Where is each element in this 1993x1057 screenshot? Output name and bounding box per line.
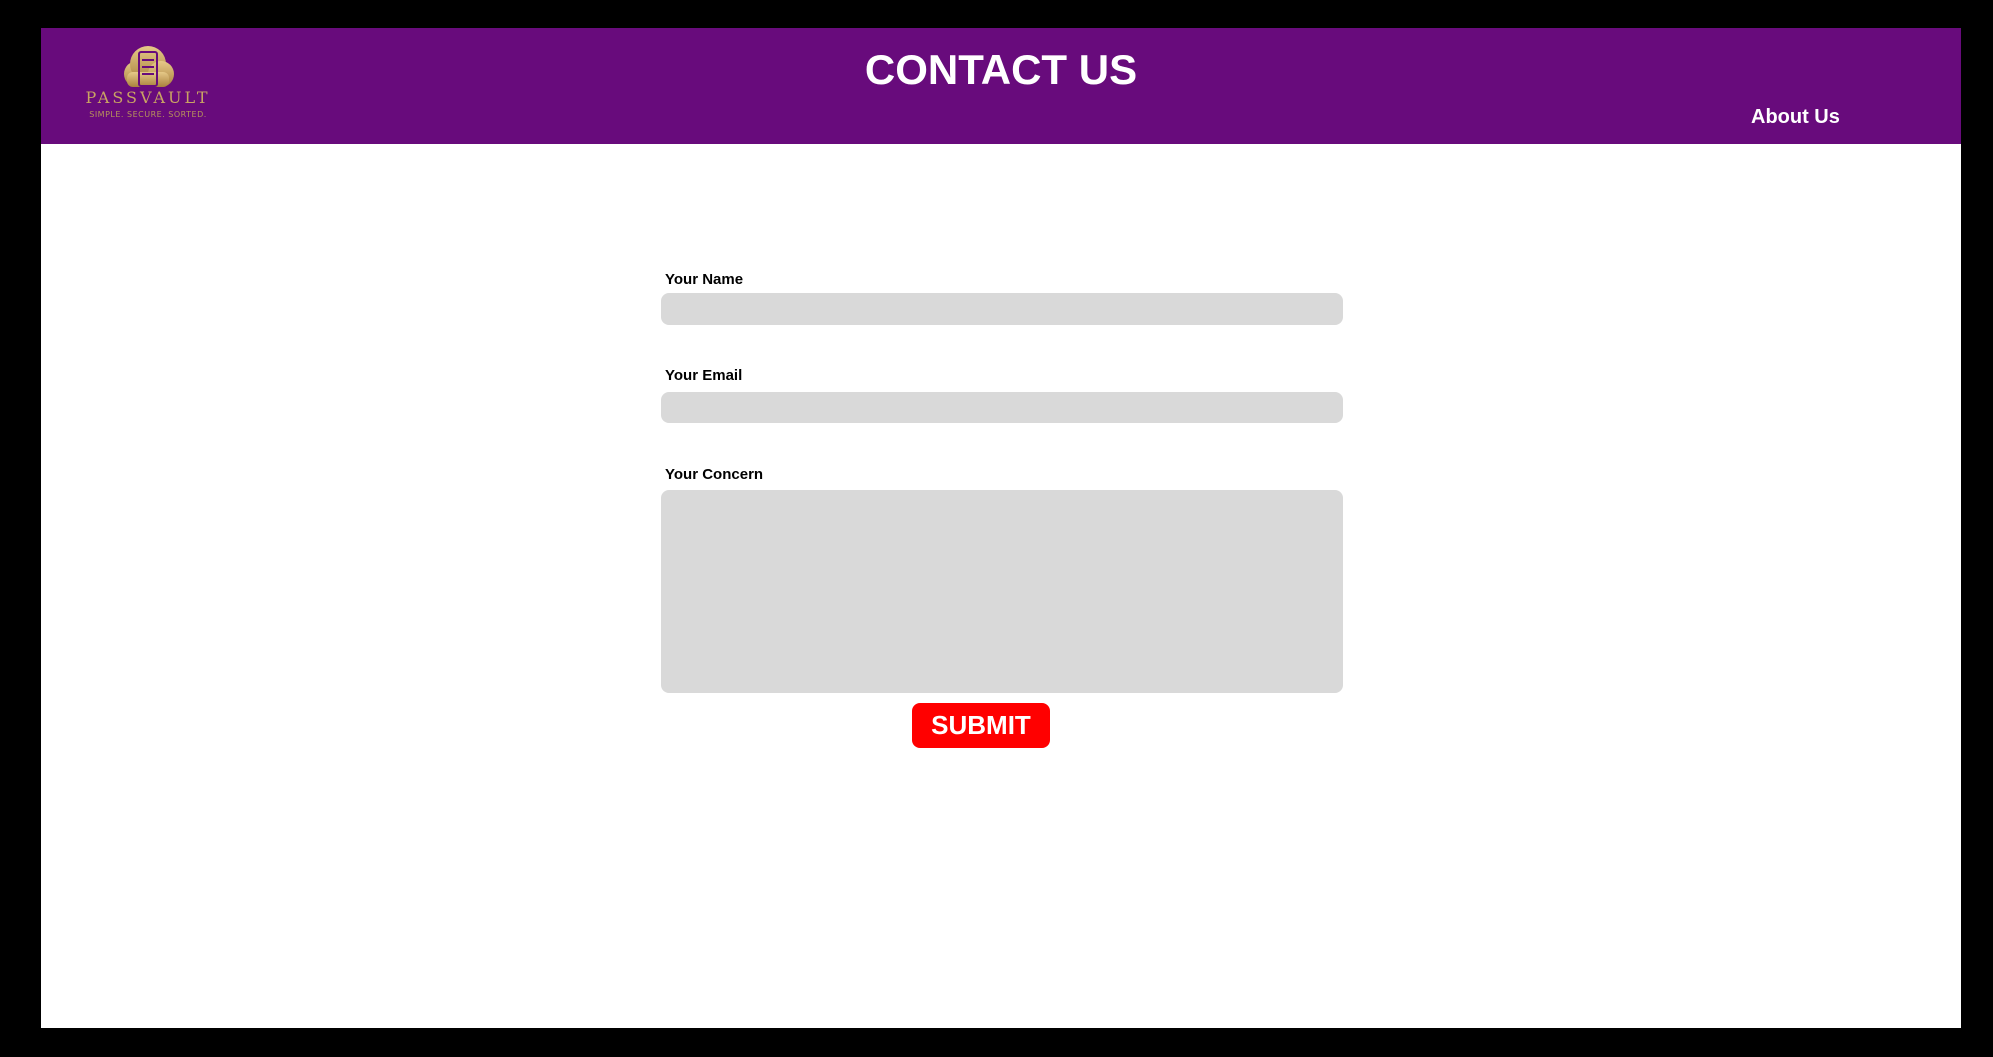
nav-about-us-link[interactable]: About Us xyxy=(1751,106,1840,129)
name-label: Your Name xyxy=(665,271,744,288)
submit-button[interactable]: SUBMIT xyxy=(912,703,1050,748)
email-label: Your Email xyxy=(665,367,743,384)
name-input[interactable] xyxy=(661,293,1343,325)
header-bar: PASSVAULT SIMPLE. SECURE. SORTED. CONTAC… xyxy=(41,28,1961,144)
page-title: CONTACT US xyxy=(864,46,1138,93)
page: PASSVAULT SIMPLE. SECURE. SORTED. CONTAC… xyxy=(41,28,1961,1028)
concern-label: Your Concern xyxy=(665,466,764,483)
concern-textarea[interactable] xyxy=(661,490,1343,693)
email-input[interactable] xyxy=(661,392,1343,423)
logo-tagline: SIMPLE. SECURE. SORTED. xyxy=(89,110,207,119)
